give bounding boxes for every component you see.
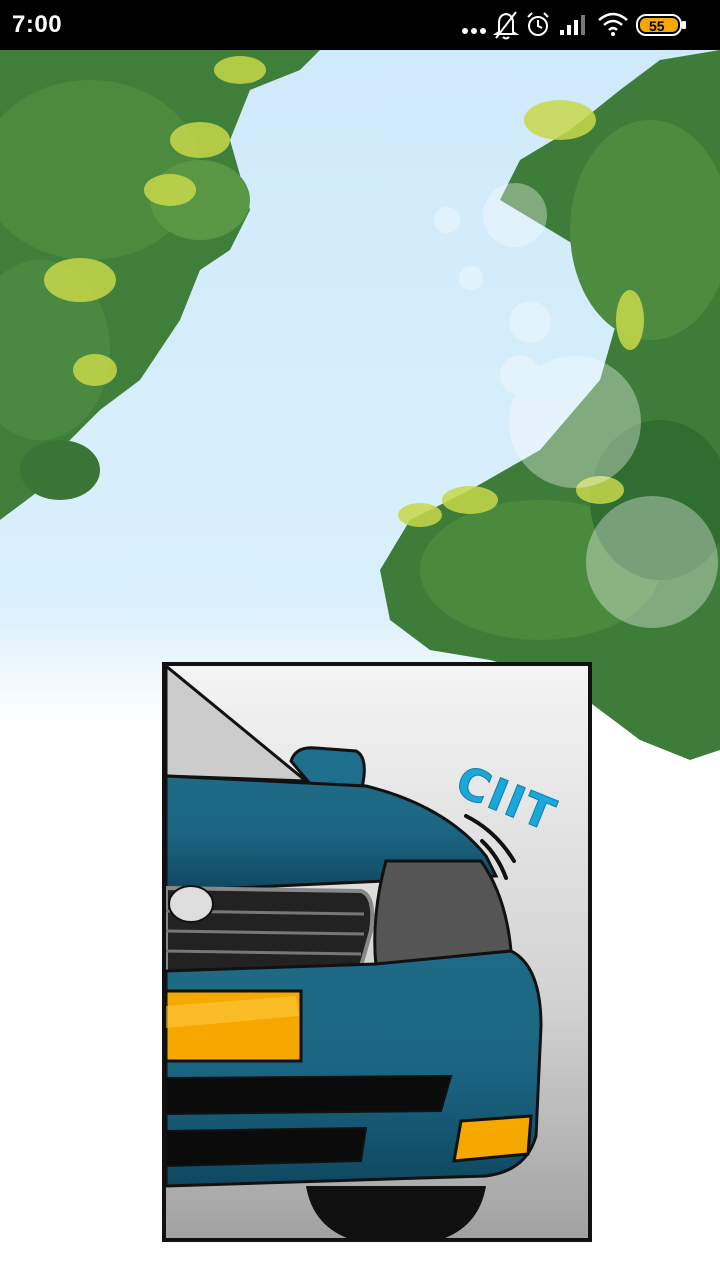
comic-panel-car: CIIT [162,662,592,1242]
battery-level: 55 [649,18,665,34]
comic-page[interactable]: CIIT [0,50,720,1280]
signal-icon [560,15,585,35]
notifications-off-icon [492,11,520,40]
alarm-icon [527,12,549,36]
status-time: 7:00 [12,11,63,38]
wifi-icon [598,12,628,36]
status-bar: 7:00 55 [0,0,720,50]
sound-effect: CIIT [448,755,578,842]
status-icons: 55 [460,8,710,42]
more-dots-icon [462,28,486,34]
car-front-illustration [166,666,588,1238]
